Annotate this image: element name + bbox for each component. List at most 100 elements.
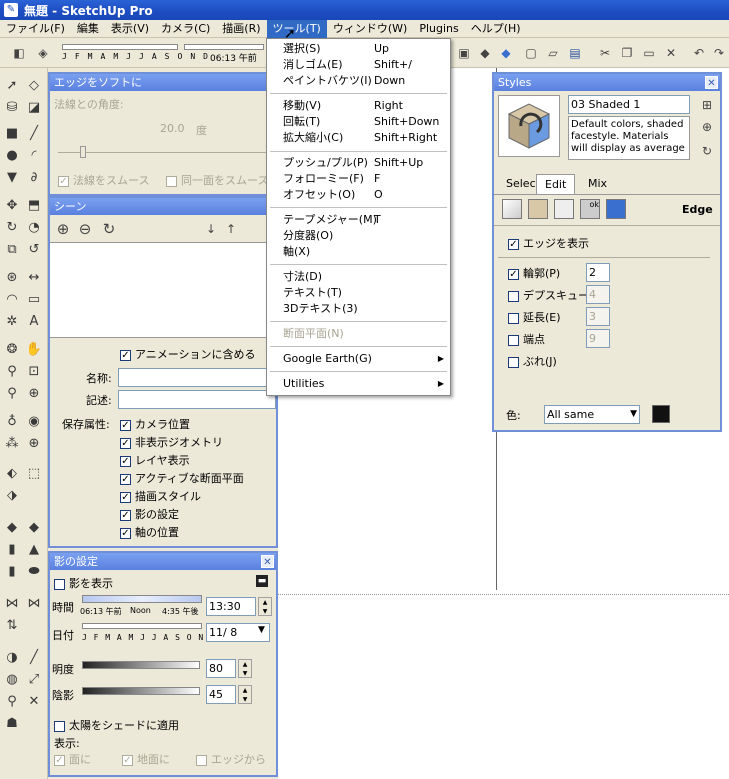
profiles-input[interactable]: 2 <box>586 263 610 282</box>
save-axes-checkbox[interactable]: ✓ 軸の位置 <box>120 524 244 542</box>
dark-input[interactable]: 45 <box>206 685 236 704</box>
menu-help[interactable]: ヘルプ(H) <box>465 20 527 38</box>
time-spinner[interactable]: ▲ ▼ <box>258 597 272 616</box>
menu-item-offset[interactable]: オフセット(O) O <box>267 187 450 203</box>
tab-mix[interactable]: Mix <box>580 174 615 194</box>
time-slider[interactable] <box>82 595 202 603</box>
refresh-style-icon[interactable]: ↻ <box>698 142 716 160</box>
orbit-icon[interactable]: ❂ <box>2 340 22 360</box>
menu-item-3d-text[interactable]: 3Dテキスト(3) <box>267 301 450 317</box>
get-models-icon[interactable]: ⚲ <box>2 692 22 712</box>
include-animation-checkbox[interactable]: ✓ アニメーションに含める <box>120 346 256 362</box>
add-scene-icon[interactable]: ⊕ <box>54 220 72 238</box>
axes-icon[interactable]: ✲ <box>2 312 22 332</box>
menu-camera[interactable]: カメラ(C) <box>155 20 216 38</box>
front-view-icon[interactable]: ⬗ <box>2 486 22 506</box>
close-icon[interactable]: ✕ <box>261 555 274 568</box>
menu-item-scale[interactable]: 拡大縮小(C) Shift+Right <box>267 130 450 146</box>
watermark-settings-icon[interactable]: ok <box>580 199 600 219</box>
wireframe-icon[interactable]: ◆ <box>24 518 44 538</box>
3d-text-icon[interactable]: A <box>24 312 44 332</box>
menu-item-axes[interactable]: 軸(X) <box>267 244 450 260</box>
shaded-icon[interactable]: ▲ <box>24 540 44 560</box>
dimension-icon[interactable]: ↔ <box>24 268 44 288</box>
face-settings-icon[interactable] <box>528 199 548 219</box>
paste-icon[interactable]: ▭ <box>640 44 658 62</box>
top-view-icon[interactable]: ⬚ <box>24 464 44 484</box>
dark-spinner[interactable]: ▲ ▼ <box>238 685 252 704</box>
save-camera-checkbox[interactable]: ✓ カメラ位置 <box>120 416 244 434</box>
move-scene-up-icon[interactable]: ↑ <box>222 220 240 238</box>
light-spinner[interactable]: ▲ ▼ <box>238 659 252 678</box>
extension-checkbox[interactable]: 延長(E) <box>508 309 561 325</box>
line-icon[interactable]: ╱ <box>24 124 44 144</box>
scene-description-input[interactable] <box>118 390 276 409</box>
menu-plugins[interactable]: Plugins <box>413 20 464 38</box>
select-icon[interactable]: ➚ <box>2 76 22 96</box>
update-style-icon[interactable]: ⊕ <box>698 118 716 136</box>
show-edges-checkbox[interactable]: ✓ エッジを表示 <box>508 235 589 251</box>
menu-item-push-pull[interactable]: プッシュ/プル(P) Shift+Up <box>267 155 450 171</box>
tab-edit[interactable]: Edit <box>536 174 576 194</box>
offset-icon[interactable]: ↺ <box>24 240 44 260</box>
smooth-normals-checkbox[interactable]: ✓ 法線をスムース <box>58 172 149 188</box>
menu-view[interactable]: 表示(V) <box>105 20 155 38</box>
hidden-line-icon[interactable]: ▮ <box>2 540 22 560</box>
create-style-icon[interactable]: ⊞ <box>698 96 716 114</box>
position-camera-icon[interactable]: ♁ <box>2 412 22 432</box>
rotate-icon[interactable]: ↻ <box>2 218 22 238</box>
shaded-style-icon[interactable]: ◆ <box>476 44 494 62</box>
show-shadows-checkbox[interactable]: 影を表示 <box>54 575 113 591</box>
profiles-checkbox[interactable]: ✓ 輪郭(P) <box>508 265 560 281</box>
menu-file[interactable]: ファイル(F) <box>0 20 71 38</box>
zoom-window-icon[interactable]: ⊡ <box>24 362 44 382</box>
menu-item-paint-bucket[interactable]: ペイントバケツ(I) Down <box>267 73 450 89</box>
sandbox-from-scratch-icon[interactable]: ⋈ <box>24 594 44 614</box>
menu-item-tape-measure[interactable]: テープメジャー(M) T <box>267 212 450 228</box>
undo-icon[interactable]: ↶ <box>690 44 708 62</box>
date-slider[interactable] <box>82 623 202 629</box>
iso-view-icon[interactable]: ⬖ <box>2 464 22 484</box>
make-component-icon[interactable]: ◇ <box>24 76 44 96</box>
wireframe-style-icon[interactable]: ▣ <box>455 44 473 62</box>
fog-icon[interactable]: ◈ <box>34 44 52 62</box>
textured-style-icon[interactable]: ◆ <box>497 44 515 62</box>
text-icon[interactable]: ▭ <box>24 290 44 310</box>
save-shadows-checkbox[interactable]: ✓ 影の設定 <box>120 506 244 524</box>
close-icon[interactable]: ✕ <box>705 76 718 89</box>
shadow-toggle-icon[interactable]: ◧ <box>10 44 28 62</box>
copy-icon[interactable]: ❐ <box>618 44 636 62</box>
add-detail-icon[interactable]: ◍ <box>2 670 22 690</box>
scene-name-input[interactable] <box>118 368 276 387</box>
save-hidden-geometry-checkbox[interactable]: ✓ 非表示ジオメトリ <box>120 434 244 452</box>
menu-item-protractor[interactable]: 分度器(O) <box>267 228 450 244</box>
stamp-icon[interactable]: ◑ <box>2 648 22 668</box>
menu-item-eraser[interactable]: 消しゴム(E) Shift+/ <box>267 57 450 73</box>
light-input[interactable]: 80 <box>206 659 236 678</box>
sandbox-from-contours-icon[interactable]: ⋈ <box>2 594 22 614</box>
new-file-icon[interactable]: ▢ <box>522 44 540 62</box>
drape-icon[interactable]: ╱ <box>24 648 44 668</box>
from-edges-checkbox[interactable]: エッジから <box>196 751 266 767</box>
light-slider[interactable] <box>82 661 200 669</box>
menu-item-follow-me[interactable]: フォローミー(F) F <box>267 171 450 187</box>
textured-icon[interactable]: ▮ <box>2 562 22 582</box>
menu-draw[interactable]: 描画(R) <box>216 20 266 38</box>
follow-me-icon[interactable]: ◔ <box>24 218 44 238</box>
smoove-icon[interactable]: ⇅ <box>2 616 22 636</box>
move-scene-down-icon[interactable]: ↓ <box>202 220 220 238</box>
flip-edge-icon[interactable]: ⤢ <box>24 670 44 690</box>
save-layers-checkbox[interactable]: ✓ レイヤ表示 <box>120 452 244 470</box>
angle-slider-track[interactable] <box>58 152 268 153</box>
polygon-icon[interactable]: ▼ <box>2 168 22 188</box>
angle-slider-thumb[interactable] <box>80 146 86 158</box>
look-around-icon[interactable]: ◉ <box>24 412 44 432</box>
style-name-input[interactable]: 03 Shaded 1 <box>568 95 690 114</box>
zoom-extents-icon[interactable]: ⊕ <box>24 384 44 404</box>
zoom-icon[interactable]: ⚲ <box>2 362 22 382</box>
on-faces-checkbox[interactable]: ✓ 面に <box>54 751 91 767</box>
menu-item-select[interactable]: 選択(S) Up <box>267 41 450 57</box>
remove-scene-icon[interactable]: ⊖ <box>76 220 94 238</box>
depth-cue-checkbox[interactable]: デプスキュー <box>508 287 589 303</box>
paint-bucket-icon[interactable]: ⛁ <box>2 98 22 118</box>
